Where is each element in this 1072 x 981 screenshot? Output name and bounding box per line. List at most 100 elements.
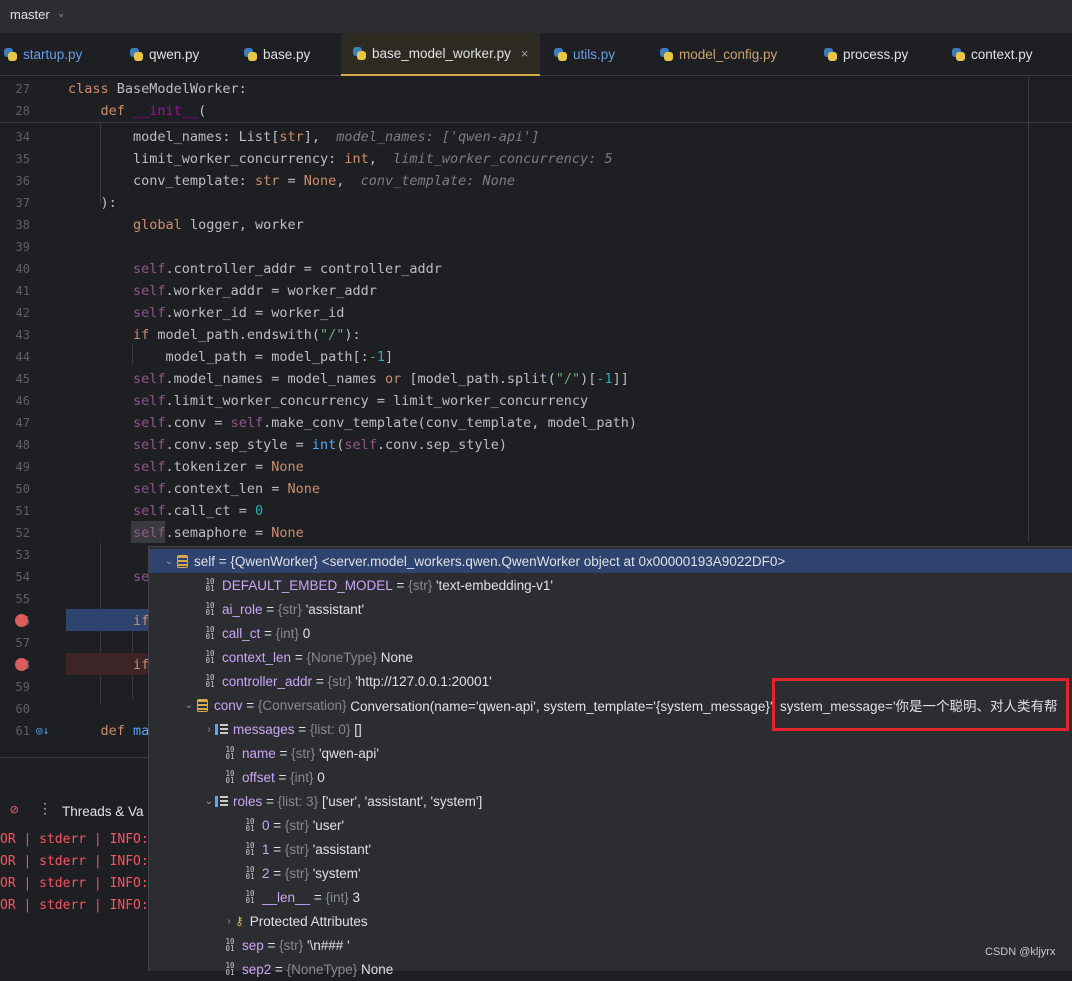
code-line: self.worker_id = worker_id xyxy=(133,305,345,321)
protected-attributes-row[interactable]: › ⚷ Protected Attributes xyxy=(149,909,1072,933)
tab-startup[interactable]: startup.py xyxy=(4,33,114,76)
primitive-value-icon: 10 01 xyxy=(245,865,255,881)
watermark: CSDN @kljyrx xyxy=(985,946,1056,958)
chevron-right-icon[interactable]: › xyxy=(223,916,235,927)
code-line: if xyxy=(133,613,150,629)
primitive-value-icon: 10 01 xyxy=(225,745,235,761)
chevron-down-icon[interactable]: ⌄ xyxy=(163,556,175,567)
line-number: 49 xyxy=(15,460,30,474)
variable-row[interactable]: 10 01 0 = {str} 'user' xyxy=(149,813,1072,837)
code-line: model_path = model_path[:-1] xyxy=(68,349,394,365)
more-options-icon[interactable]: ⋮ xyxy=(38,801,52,817)
variable-row-self[interactable]: ⌄ self = {QwenWorker} <server.model_work… xyxy=(149,549,1072,573)
editor-tab-bar: startup.py qwen.py base.py base_model_wo… xyxy=(0,33,1072,76)
code-line: def ma xyxy=(100,723,150,739)
tab-context[interactable]: context.py xyxy=(952,33,1052,76)
variable-row[interactable]: 10 01 __len__ = {int} 3 xyxy=(149,885,1072,909)
mute-breakpoints-icon[interactable]: ⊘ xyxy=(10,802,18,818)
override-icon[interactable]: ◎↓ xyxy=(36,724,49,737)
line-number: 38 xyxy=(15,218,30,232)
tab-base[interactable]: base.py xyxy=(244,33,334,76)
primitive-value-icon: 10 01 xyxy=(205,625,215,641)
list-icon xyxy=(215,795,228,808)
line-number: 44 xyxy=(15,350,30,364)
line-number: 39 xyxy=(15,240,30,254)
primitive-value-icon: 10 01 xyxy=(245,817,255,833)
primitive-value-icon: 10 01 xyxy=(225,769,235,785)
primitive-value-icon: 10 01 xyxy=(245,841,255,857)
line-number: 61 xyxy=(15,724,30,738)
variable-row[interactable]: 10 01 sep = {str} '\n### ' xyxy=(149,933,1072,957)
tab-threads-variables[interactable]: Threads & Va xyxy=(62,804,144,819)
line-number: 40 xyxy=(15,262,30,276)
title-bar xyxy=(0,0,1072,33)
tab-process[interactable]: process.py xyxy=(824,33,924,76)
line-number: 47 xyxy=(15,416,30,430)
code-line: se xyxy=(133,569,150,585)
line-number: 53 xyxy=(15,548,30,562)
variable-row[interactable]: 10 01 offset = {int} 0 xyxy=(149,765,1072,789)
python-file-icon xyxy=(4,48,17,61)
python-file-icon xyxy=(130,48,143,61)
variable-row[interactable]: 10 01 name = {str} 'qwen-api' xyxy=(149,741,1072,765)
python-file-icon xyxy=(824,48,837,61)
line-number: 34 xyxy=(15,130,30,144)
variable-row-roles[interactable]: ⌄ roles = {list: 3} ['user', 'assistant'… xyxy=(149,789,1072,813)
code-line: self.call_ct = 0 xyxy=(133,503,264,519)
code-line: ): xyxy=(68,195,117,211)
python-file-icon xyxy=(660,48,673,61)
line-number: 35 xyxy=(15,152,30,166)
line-number: 28 xyxy=(15,104,30,118)
code-line: limit_worker_concurrency: int, limit_wor… xyxy=(68,151,613,167)
code-line: model_names: List[str], model_names: ['q… xyxy=(68,129,540,145)
line-number: 55 xyxy=(15,592,30,606)
code-line: self.limit_worker_concurrency = limit_wo… xyxy=(133,393,589,409)
debug-console[interactable]: OR | stderr | INFO: OR | stderr | INFO: … xyxy=(0,829,149,970)
breakpoint-icon[interactable] xyxy=(15,658,28,671)
tab-utils[interactable]: utils.py xyxy=(554,33,644,76)
code-line: if xyxy=(133,657,150,673)
variable-row[interactable]: 10 01 1 = {str} 'assistant' xyxy=(149,837,1072,861)
variables-popup[interactable]: ⌄ self = {QwenWorker} <server.model_work… xyxy=(148,546,1072,977)
branch-selector[interactable]: master xyxy=(10,7,50,22)
line-number: 48 xyxy=(15,438,30,452)
code-line: conv_template: str = None, conv_template… xyxy=(68,173,516,189)
code-line: global logger, worker xyxy=(133,217,304,233)
tab-base-model-worker[interactable]: base_model_worker.py × xyxy=(341,33,540,76)
console-line: OR | stderr | INFO: xyxy=(0,854,149,869)
console-line: OR | stderr | INFO: xyxy=(0,898,149,913)
variable-row[interactable]: 10 01 call_ct = {int} 0 xyxy=(149,621,1072,645)
code-line: self.worker_addr = worker_addr xyxy=(133,283,377,299)
variable-row[interactable]: 10 01 ai_role = {str} 'assistant' xyxy=(149,597,1072,621)
code-line: if model_path.endswith("/"): xyxy=(133,327,361,343)
code-line: self.conv.sep_style = int(self.conv.sep_… xyxy=(133,437,507,453)
variable-row[interactable]: 10 01 sep2 = {NoneType} None xyxy=(149,957,1072,981)
python-file-icon xyxy=(244,48,257,61)
line-number: 52 xyxy=(15,526,30,540)
line-number: 45 xyxy=(15,372,30,386)
python-file-icon xyxy=(554,48,567,61)
chevron-down-icon[interactable]: ⌄ xyxy=(203,796,215,807)
variable-row[interactable]: 10 01 context_len = {NoneType} None xyxy=(149,645,1072,669)
chevron-down-icon[interactable]: ⌄ xyxy=(58,8,64,19)
console-line: OR | stderr | INFO: xyxy=(0,832,149,847)
line-number: 42 xyxy=(15,306,30,320)
console-line: OR | stderr | INFO: xyxy=(0,876,149,891)
line-number: 43 xyxy=(15,328,30,342)
chevron-right-icon[interactable]: › xyxy=(203,724,215,735)
chevron-down-icon[interactable]: ⌄ xyxy=(183,700,195,711)
line-number: 46 xyxy=(15,394,30,408)
tab-model-config[interactable]: model_config.py xyxy=(660,33,800,76)
line-number: 27 xyxy=(15,82,30,96)
close-icon[interactable]: × xyxy=(521,46,529,61)
debug-toolbar: ⊘ ⋮ Threads & Va xyxy=(0,795,150,829)
primitive-value-icon: 10 01 xyxy=(245,889,255,905)
primitive-value-icon: 10 01 xyxy=(225,937,235,953)
line-number: 51 xyxy=(15,504,30,518)
tab-qwen[interactable]: qwen.py xyxy=(130,33,220,76)
object-icon xyxy=(197,698,208,712)
primitive-value-icon: 10 01 xyxy=(205,577,215,593)
variable-row[interactable]: 10 01 2 = {str} 'system' xyxy=(149,861,1072,885)
variable-row[interactable]: 10 01 DEFAULT_EMBED_MODEL = {str} 'text-e… xyxy=(149,573,1072,597)
breakpoint-icon[interactable] xyxy=(15,614,28,627)
